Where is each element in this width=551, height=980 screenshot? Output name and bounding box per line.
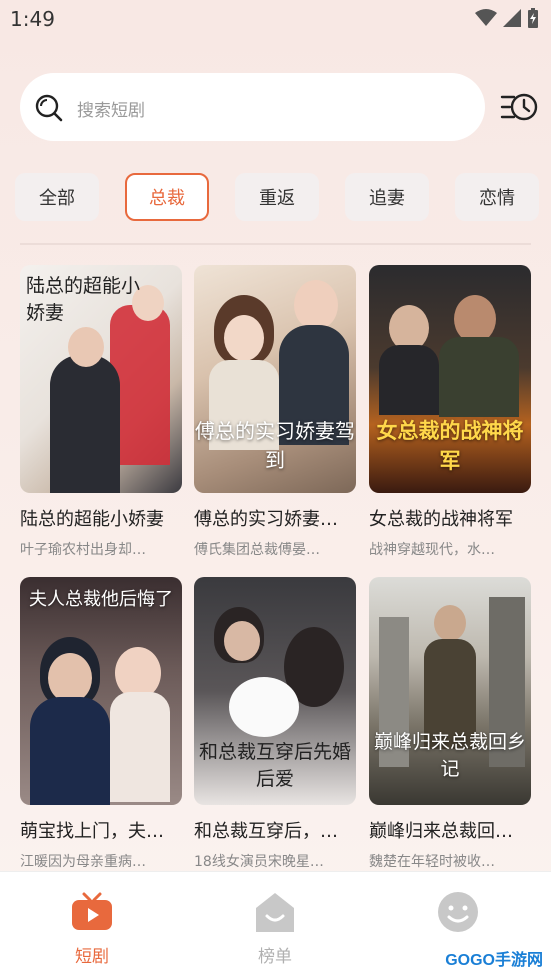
drama-description: 江暖因为母亲重病… xyxy=(20,854,146,870)
history-icon[interactable] xyxy=(500,90,538,124)
tv-icon xyxy=(72,892,112,930)
tab-all[interactable]: 全部 xyxy=(15,173,99,221)
status-icons xyxy=(475,8,539,28)
nav-item-short-drama[interactable]: 短剧 xyxy=(32,872,152,980)
tab-label: 恋情 xyxy=(479,188,515,209)
drama-card[interactable]: 陆总的超能小娇妻 陆总的超能小娇妻 叶子瑜农村出身却… xyxy=(20,265,182,559)
drama-description: 叶子瑜农村出身却… xyxy=(20,542,146,558)
poster-text: 巅峰归来总裁回乡记 xyxy=(373,731,526,780)
poster-text: 傅总的实习娇妻驾到 xyxy=(195,419,355,472)
drama-card[interactable]: 傅总的实习娇妻驾到 傅总的实习娇妻… 傅氏集团总裁傅晏… xyxy=(194,265,356,559)
drama-poster: 巅峰归来总裁回乡记 xyxy=(369,577,531,805)
tab-label: 总裁 xyxy=(149,188,185,209)
drama-description: 傅氏集团总裁傅晏… xyxy=(194,542,320,558)
drama-description: 魏楚在年轻时被收… xyxy=(369,854,495,870)
tab-label: 全部 xyxy=(39,188,75,209)
divider xyxy=(20,243,531,245)
poster-text: 女总裁的战神将军 xyxy=(376,418,524,473)
tab-romance[interactable]: 恋情 xyxy=(455,173,539,221)
search-placeholder: 搜索短剧 xyxy=(77,101,145,121)
drama-title: 傅总的实习娇妻… xyxy=(194,509,338,530)
drama-card[interactable]: 夫人总裁他后悔了 萌宝找上门，夫… 江暖因为母亲重病… xyxy=(20,577,182,871)
drama-title: 萌宝找上门，夫… xyxy=(20,821,164,842)
signal-icon xyxy=(503,9,521,27)
drama-title: 巅峰归来总裁回… xyxy=(369,821,513,842)
tab-ceo[interactable]: 总裁 xyxy=(125,173,209,221)
search-input[interactable]: 搜索短剧 xyxy=(20,73,485,141)
battery-icon xyxy=(528,8,538,28)
tab-return[interactable]: 重返 xyxy=(235,173,319,221)
tab-label: 重返 xyxy=(259,188,295,209)
search-icon xyxy=(35,94,63,122)
drama-poster: 和总裁互穿后先婚后爱 xyxy=(194,577,356,805)
poster-text: 陆总的超能小娇妻 xyxy=(26,275,141,324)
drama-poster: 傅总的实习娇妻驾到 xyxy=(194,265,356,493)
drama-title: 和总裁互穿后，… xyxy=(194,821,338,842)
tab-label: 追妻 xyxy=(369,188,405,209)
drama-title: 女总裁的战神将军 xyxy=(369,509,513,530)
drama-description: 战神穿越现代，水… xyxy=(369,542,495,558)
drama-poster: 夫人总裁他后悔了 xyxy=(20,577,182,805)
tab-chase-wife[interactable]: 追妻 xyxy=(345,173,429,221)
nav-label: 短剧 xyxy=(75,947,109,967)
nav-label: 榜单 xyxy=(258,947,292,967)
drama-card[interactable]: 女总裁的战神将军 女总裁的战神将军 战神穿越现代，水… xyxy=(369,265,531,559)
nav-item-ranking[interactable]: 榜单 xyxy=(215,872,335,980)
house-icon xyxy=(256,893,294,932)
drama-title: 陆总的超能小娇妻 xyxy=(20,509,164,530)
category-tabs: 全部 总裁 重返 追妻 恋情 xyxy=(15,173,551,221)
bottom-nav: 短剧 榜单 GOGO手游网 xyxy=(0,871,551,980)
drama-card[interactable]: 和总裁互穿后先婚后爱 和总裁互穿后，… 18线女演员宋晚星… xyxy=(194,577,356,871)
status-time: 1:49 xyxy=(10,7,55,31)
poster-text: 和总裁互穿后先婚后爱 xyxy=(198,741,351,790)
drama-poster: 陆总的超能小娇妻 xyxy=(20,265,182,493)
wifi-icon xyxy=(475,9,497,26)
drama-poster: 女总裁的战神将军 xyxy=(369,265,531,493)
watermark: GOGO手游网 xyxy=(445,952,543,969)
drama-card[interactable]: 巅峰归来总裁回乡记 巅峰归来总裁回… 魏楚在年轻时被收… xyxy=(369,577,531,871)
drama-description: 18线女演员宋晚星… xyxy=(194,854,324,870)
smiley-icon xyxy=(438,892,478,932)
status-bar: 1:49 xyxy=(0,0,551,38)
poster-text: 夫人总裁他后悔了 xyxy=(29,589,173,610)
